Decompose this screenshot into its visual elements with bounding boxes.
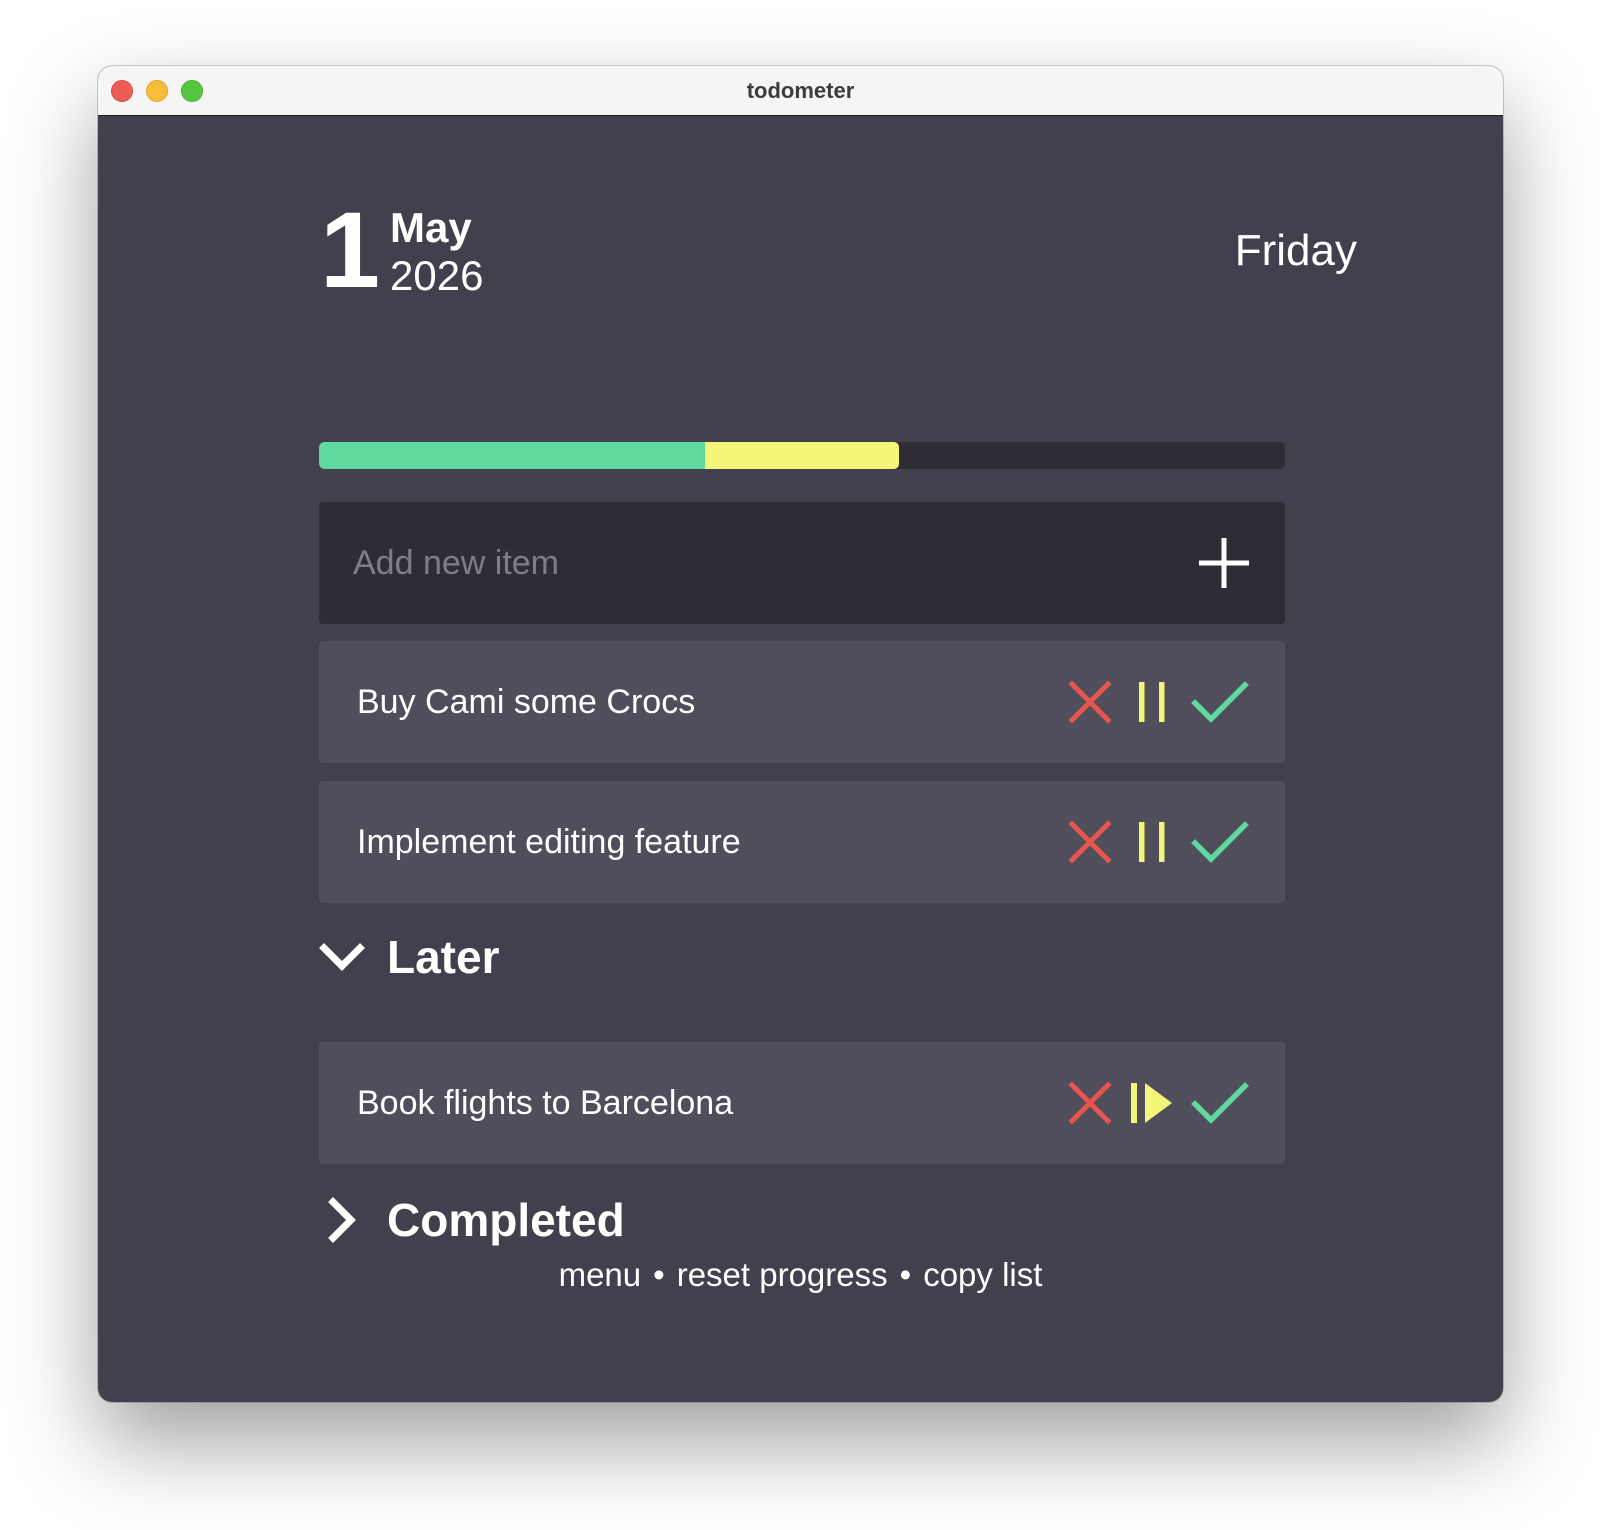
pause-icon[interactable] [1129,819,1175,865]
completed-section-toggle[interactable]: Completed [319,1192,625,1248]
date-month: May [390,204,472,251]
date-year: 2026 [390,252,484,299]
minimize-window-button[interactable] [146,80,168,102]
completed-section-label: Completed [387,1194,625,1246]
todo-item-actions [1067,1080,1249,1126]
delete-x-icon[interactable] [1067,1080,1113,1126]
todo-item-label: Buy Cami some Crocs [357,683,696,721]
menu-link[interactable]: menu [559,1256,642,1293]
delete-x-icon[interactable] [1067,819,1113,865]
later-section-label: Later [387,931,500,983]
checkmark-icon[interactable] [1191,679,1249,725]
chevron-right-icon [328,1197,356,1243]
footer-separator: • [653,1256,665,1293]
chevron-down-icon [319,943,365,971]
reset-progress-link[interactable]: reset progress [677,1256,888,1293]
checkmark-icon[interactable] [1191,1080,1249,1126]
plus-icon[interactable] [1197,536,1251,590]
maximize-window-button[interactable] [181,80,203,102]
title-bar: todometer [98,66,1503,116]
close-window-button[interactable] [111,80,133,102]
app-window: todometer 1 May 2026 Friday Buy Cami som… [98,66,1503,1402]
progress-done-segment [319,442,706,469]
todo-item-label: Book flights to Barcelona [357,1084,734,1122]
todo-item: Implement editing feature [319,781,1285,903]
todo-item: Buy Cami some Crocs [319,641,1285,763]
date-weekday: Friday [1234,226,1357,275]
todo-item-label: Implement editing feature [357,823,741,861]
delete-x-icon[interactable] [1067,679,1113,725]
footer-separator: • [899,1256,912,1293]
copy-list-link[interactable]: copy list [923,1256,1042,1293]
pause-icon[interactable] [1129,679,1175,725]
progress-paused-segment [705,442,899,469]
add-item-input[interactable] [353,502,1133,624]
date-day: 1 [320,189,380,310]
progress-bar [319,442,1285,469]
todo-item: Book flights to Barcelona [319,1042,1285,1164]
main-content: 1 May 2026 Friday Buy Cami some Crocs [98,116,1503,1402]
window-title: todometer [746,77,855,103]
later-section-toggle[interactable]: Later [319,929,499,985]
checkmark-icon[interactable] [1191,819,1249,865]
add-item-form [319,502,1285,624]
resume-play-icon[interactable] [1129,1080,1175,1126]
todo-item-actions [1067,819,1249,865]
todo-item-actions [1067,679,1249,725]
footer-links: menu • reset progress • copy list [98,1256,1503,1294]
